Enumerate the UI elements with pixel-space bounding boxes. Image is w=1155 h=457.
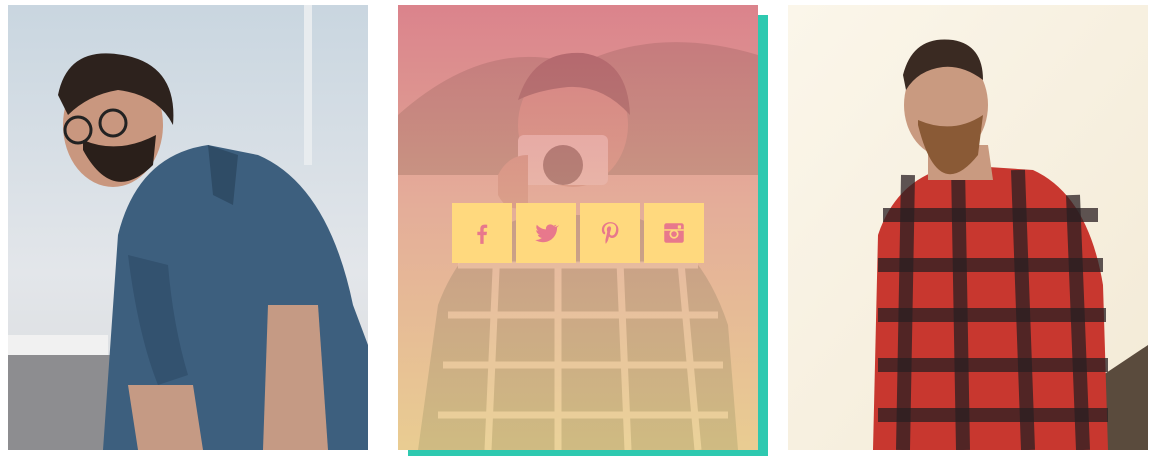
instagram-icon [664,223,684,243]
social-links [452,203,704,263]
pinterest-icon [601,222,619,244]
team-card-2[interactable] [398,5,758,450]
team-card-3[interactable] [788,5,1148,450]
facebook-icon [477,224,488,244]
twitter-icon [535,224,559,243]
instagram-button[interactable] [644,203,704,263]
team-card-1[interactable] [8,5,368,450]
profile-photo-1 [8,5,368,450]
twitter-button[interactable] [516,203,576,263]
profile-photo-3 [788,5,1148,450]
facebook-button[interactable] [452,203,512,263]
pinterest-button[interactable] [580,203,640,263]
